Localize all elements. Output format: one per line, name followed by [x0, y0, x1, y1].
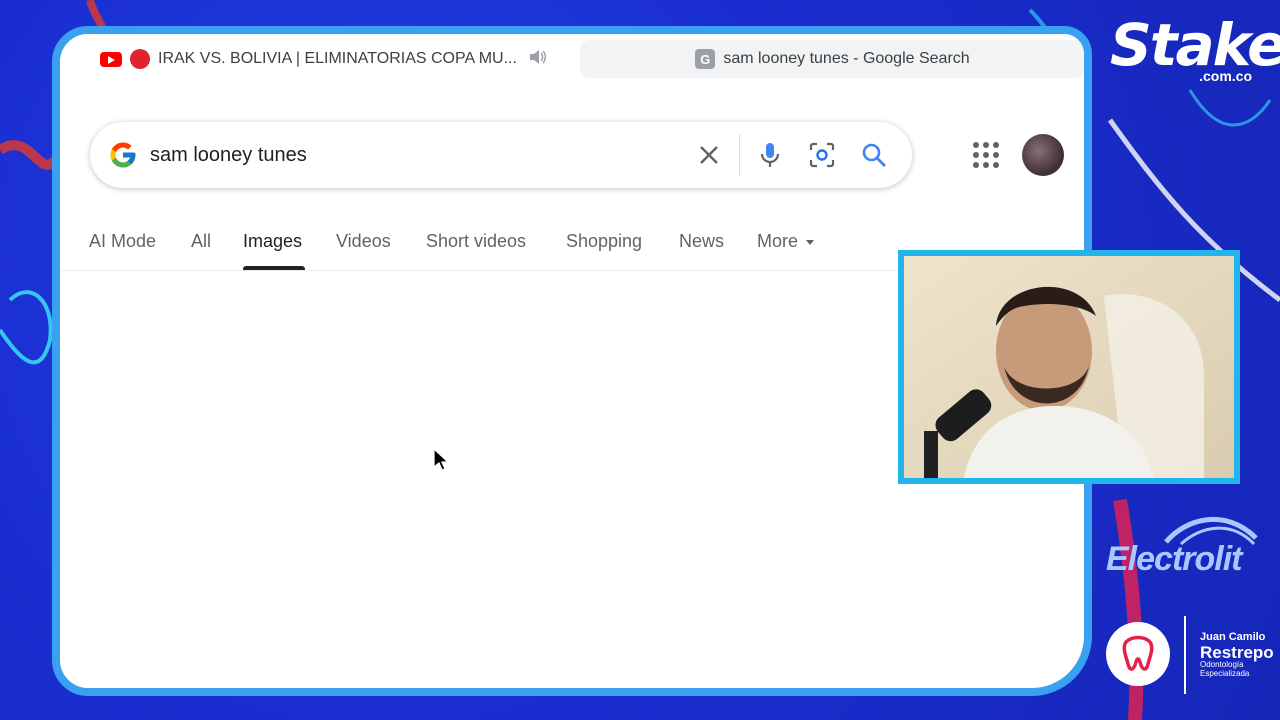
google-favicon: G	[695, 49, 716, 69]
live-indicator-icon	[130, 49, 150, 69]
avatar[interactable]	[1022, 134, 1064, 176]
tab-shopping[interactable]: Shopping	[566, 231, 642, 252]
google-logo-icon	[110, 142, 136, 168]
tab-more-label: More	[757, 231, 799, 251]
electrolit-wordmark: Electrolit	[1106, 540, 1242, 578]
dentist-specialty-2: Especializada	[1200, 668, 1250, 678]
tab-title: IRAK VS. BOLIVIA | ELIMINATORIAS COPA MU…	[158, 50, 517, 67]
search-icon[interactable]	[848, 129, 900, 181]
search-box[interactable]: sam looney tunes	[90, 122, 912, 188]
search-divider	[739, 134, 740, 176]
dentist-name: Juan Camilo Restrepo Odontología Especia…	[1200, 631, 1274, 678]
tab-more[interactable]: More	[757, 231, 815, 252]
camera-lens-icon[interactable]	[796, 129, 848, 181]
dentist-sponsor-logo: Juan Camilo Restrepo Odontología Especia…	[1104, 614, 1276, 696]
tooth-icon	[1106, 622, 1170, 686]
tab-images[interactable]: Images	[243, 231, 302, 252]
speaker-icon[interactable]	[529, 49, 547, 70]
tab-all[interactable]: All	[191, 231, 211, 252]
tab-title: sam looney tunes - Google Search	[723, 50, 970, 67]
active-tab-underline	[243, 266, 305, 270]
tab-youtube[interactable]: IRAK VS. BOLIVIA | ELIMINATORIAS COPA MU…	[100, 40, 570, 78]
tab-videos[interactable]: Videos	[336, 231, 391, 252]
stake-wordmark: Stake	[1110, 11, 1280, 79]
chevron-down-icon	[806, 239, 815, 245]
electrolit-logo: Electrolit	[1106, 508, 1274, 580]
tab-news[interactable]: News	[679, 231, 724, 252]
google-apps-icon[interactable]	[970, 139, 1002, 171]
tab-google-search[interactable]: G sam looney tunes - Google Search	[580, 40, 1084, 78]
youtube-icon	[100, 51, 122, 67]
tab-short-videos[interactable]: Short videos	[426, 231, 526, 252]
search-input[interactable]: sam looney tunes	[150, 144, 683, 167]
webcam-feed	[898, 250, 1240, 484]
dentist-last-name: Restrepo	[1200, 642, 1274, 662]
logo-divider	[1184, 616, 1186, 694]
dentist-first-name: Juan Camilo	[1200, 631, 1266, 643]
tab-bar: IRAK VS. BOLIVIA | ELIMINATORIAS COPA MU…	[60, 34, 1084, 86]
microphone-icon[interactable]	[744, 129, 796, 181]
stake-logo: Stake .com.co	[1110, 11, 1280, 84]
mouse-cursor-icon	[433, 448, 449, 471]
clear-icon[interactable]	[683, 129, 735, 181]
tab-ai-mode[interactable]: AI Mode	[89, 231, 156, 252]
